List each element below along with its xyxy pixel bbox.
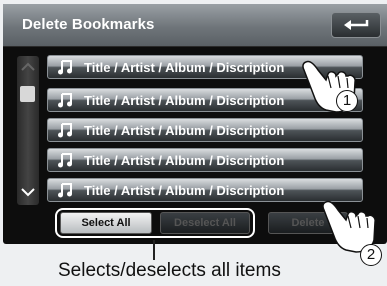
- chevron-up-icon: [21, 62, 35, 71]
- back-button[interactable]: [331, 12, 381, 38]
- step-number-2: 2: [360, 244, 382, 266]
- music-note-icon: [58, 153, 72, 168]
- callout-caption: Selects/deselects all items: [58, 260, 281, 281]
- callout-leader-line: [153, 240, 155, 260]
- music-note-icon: [58, 93, 72, 108]
- scroll-thumb[interactable]: [20, 86, 35, 102]
- music-note-icon: [58, 183, 72, 198]
- step-number-1: 1: [336, 90, 358, 112]
- bookmark-label: Title / Artist / Album / Discription: [84, 60, 285, 75]
- scroll-down-button[interactable]: [17, 181, 39, 205]
- bookmark-row[interactable]: Title / Artist / Album / Discription: [47, 178, 363, 202]
- scrollbar[interactable]: [17, 56, 39, 205]
- manual-illustration: Delete Bookmarks Title / Artist / Album …: [0, 0, 387, 286]
- deselect-all-button[interactable]: Deselect All: [160, 212, 250, 234]
- music-note-icon: [58, 60, 72, 75]
- page-title: Delete Bookmarks: [22, 16, 155, 33]
- bookmark-label: Title / Artist / Album / Discription: [84, 183, 285, 198]
- chevron-down-icon: [21, 188, 35, 197]
- bookmark-label: Title / Artist / Album / Discription: [84, 123, 285, 138]
- bookmark-label: Title / Artist / Album / Discription: [84, 93, 285, 108]
- bookmark-label: Title / Artist / Album / Discription: [84, 153, 285, 168]
- title-bar: Delete Bookmarks: [3, 4, 387, 47]
- scroll-up-button[interactable]: [17, 56, 39, 80]
- bookmark-row[interactable]: Title / Artist / Album / Discription: [47, 118, 363, 142]
- select-all-button[interactable]: Select All: [60, 212, 152, 234]
- back-arrow-icon: [344, 20, 369, 30]
- music-note-icon: [58, 123, 72, 138]
- bookmark-row[interactable]: Title / Artist / Album / Discription: [47, 148, 363, 172]
